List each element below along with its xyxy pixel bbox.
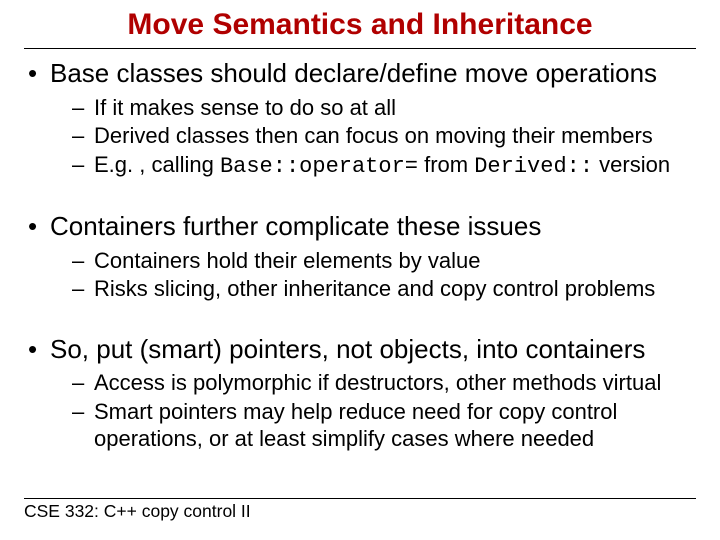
sub-text-pre: E.g. , calling xyxy=(94,152,220,177)
sub-item: E.g. , calling Base::operator= from Deri… xyxy=(72,151,692,181)
bullet-text: Base classes should declare/define move … xyxy=(28,57,692,90)
sub-list: Containers hold their elements by value … xyxy=(28,247,692,303)
bullet-list: Base classes should declare/define move … xyxy=(28,57,692,453)
sub-text-mid: from xyxy=(418,152,474,177)
code-span: Derived:: xyxy=(474,154,593,179)
sub-item: Derived classes then can focus on moving… xyxy=(72,122,692,150)
list-item: So, put (smart) pointers, not objects, i… xyxy=(28,333,692,453)
sub-text: Smart pointers may help reduce need for … xyxy=(94,399,617,452)
title-underline xyxy=(24,48,696,49)
slide: Move Semantics and Inheritance Base clas… xyxy=(0,0,720,540)
sub-text: Risks slicing, other inheritance and cop… xyxy=(94,276,655,301)
sub-list: If it makes sense to do so at all Derive… xyxy=(28,94,692,181)
bullet-text: Containers further complicate these issu… xyxy=(28,210,692,243)
sub-item: If it makes sense to do so at all xyxy=(72,94,692,122)
sub-text-post: version xyxy=(593,152,670,177)
sub-item: Risks slicing, other inheritance and cop… xyxy=(72,275,692,303)
footer: CSE 332: C++ copy control II xyxy=(24,498,696,522)
footer-text: CSE 332: C++ copy control II xyxy=(24,501,696,522)
footer-rule xyxy=(24,498,696,499)
sub-item: Containers hold their elements by value xyxy=(72,247,692,275)
code-span: Base::operator= xyxy=(220,154,418,179)
sub-item: Smart pointers may help reduce need for … xyxy=(72,398,692,453)
sub-item: Access is polymorphic if destructors, ot… xyxy=(72,369,692,397)
title-wrap: Move Semantics and Inheritance xyxy=(24,8,696,44)
slide-title: Move Semantics and Inheritance xyxy=(24,8,696,44)
sub-text: Access is polymorphic if destructors, ot… xyxy=(94,370,661,395)
bullet-text: So, put (smart) pointers, not objects, i… xyxy=(28,333,692,366)
sub-text: If it makes sense to do so at all xyxy=(94,95,396,120)
sub-text: Derived classes then can focus on moving… xyxy=(94,123,653,148)
content: Base classes should declare/define move … xyxy=(0,57,720,453)
list-item: Base classes should declare/define move … xyxy=(28,57,692,180)
sub-list: Access is polymorphic if destructors, ot… xyxy=(28,369,692,453)
list-item: Containers further complicate these issu… xyxy=(28,210,692,303)
sub-text: Containers hold their elements by value xyxy=(94,248,480,273)
